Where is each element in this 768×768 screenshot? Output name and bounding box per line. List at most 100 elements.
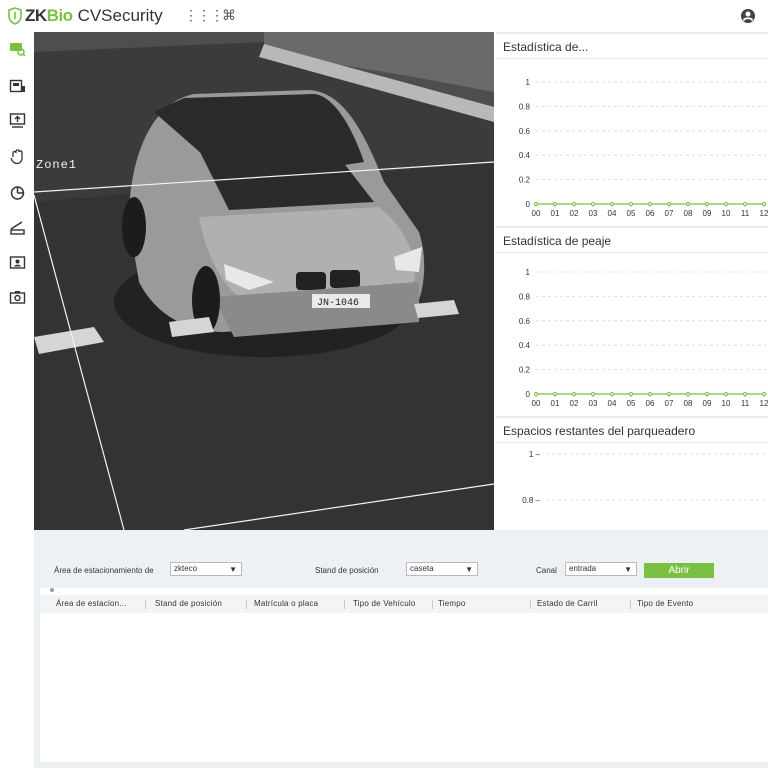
upload-screen-icon[interactable] — [9, 112, 26, 129]
y-tick-label: 0.4 — [519, 341, 531, 350]
license-plate-text: JN-1046 — [317, 298, 359, 309]
stand-select-value: caseta — [410, 564, 434, 573]
x-tick-label: 06 — [646, 399, 655, 408]
data-point — [534, 392, 538, 396]
col-vehicle-type[interactable]: Tipo de Vehículo — [353, 599, 416, 608]
data-point — [705, 202, 709, 206]
x-tick-label: 08 — [684, 209, 693, 218]
camera-icon[interactable] — [9, 289, 26, 306]
y-tick-label: 1 — [526, 268, 531, 277]
id-card-icon[interactable] — [9, 254, 26, 271]
x-tick-label: 05 — [627, 399, 636, 408]
col-time[interactable]: Tiempo — [438, 599, 466, 608]
data-point — [610, 202, 614, 206]
y-tick-label: 0.4 — [519, 151, 531, 160]
x-tick-label: 07 — [665, 209, 674, 218]
x-tick-label: 09 — [703, 209, 712, 218]
monitor-chat-icon[interactable] — [9, 40, 26, 57]
data-point — [591, 392, 595, 396]
x-tick-label: 08 — [684, 399, 693, 408]
data-point — [629, 202, 633, 206]
x-tick-label: 11 — [741, 399, 750, 408]
data-point — [686, 392, 690, 396]
chevron-down-icon: ▼ — [624, 565, 632, 574]
y-tick-label: 1 – — [529, 450, 541, 459]
shield-logo-icon — [8, 7, 22, 25]
chart-1: 1 0.8 0.6 0.4 0.2 000 01 02 03 04 05 06 07 08 09 10 11 12 — [519, 78, 768, 218]
col-separator — [344, 600, 345, 609]
zone-label: Zone1 — [36, 158, 77, 172]
x-tick-label: 12 — [760, 399, 768, 408]
col-separator — [432, 600, 433, 609]
x-tick-label: 10 — [722, 399, 731, 408]
x-tick-label: 12 — [760, 209, 768, 218]
x-tick-label: 05 — [627, 209, 636, 218]
chevron-down-icon: ▼ — [229, 565, 237, 574]
col-separator — [145, 600, 146, 609]
area-label: Área de estacionamiento de — [54, 566, 154, 575]
x-tick-label: 02 — [570, 399, 579, 408]
apps-grid-icon[interactable]: ⋮⋮⋮ — [184, 7, 224, 24]
barrier-gate-icon[interactable] — [9, 219, 26, 236]
data-point — [553, 202, 557, 206]
command-icon[interactable]: ⌘ — [222, 7, 236, 24]
pie-chart-icon[interactable] — [9, 184, 26, 201]
x-tick-label: 06 — [646, 209, 655, 218]
events-table: Área de estacion... Stand de posición Ma… — [40, 588, 768, 762]
col-plate[interactable]: Matrícula o placa — [254, 599, 318, 608]
x-tick-label: 00 — [532, 209, 541, 218]
x-tick-label: 07 — [665, 399, 674, 408]
y-tick-label: 0.8 — [519, 102, 531, 111]
data-point — [572, 202, 576, 206]
canal-select-value: entrada — [569, 564, 597, 573]
col-lane-status[interactable]: Estado de Carril — [537, 599, 598, 608]
parking-events-section: Área de estacionamiento de zkteco ▼ Stan… — [34, 530, 768, 768]
device-icon[interactable] — [9, 78, 26, 95]
data-point — [743, 392, 747, 396]
brand-name: CVSecurity — [77, 6, 163, 25]
camera-frame: JN-1046 Zone1 — [34, 32, 494, 530]
col-area[interactable]: Área de estacion... — [56, 599, 127, 608]
col-separator — [530, 600, 531, 609]
x-tick-label: 00 — [532, 399, 541, 408]
data-point — [762, 202, 766, 206]
camera-video-feed[interactable]: JN-1046 Zone1 — [34, 32, 494, 530]
chart-3: 1 –0.8 –0.6 – — [522, 450, 768, 505]
data-point — [591, 202, 595, 206]
hand-icon[interactable] — [9, 148, 26, 165]
data-point — [724, 392, 728, 396]
x-tick-label: 09 — [703, 399, 712, 408]
y-tick-label: 1 — [526, 78, 531, 87]
stats-panel-3: Espacios restantes del parqueadero 1 –0.… — [496, 418, 768, 530]
stats-panel-1: Estadística de... 1 0.8 0.6 0.4 0.2 0 00 01 02 03… — [496, 34, 768, 226]
data-point — [553, 392, 557, 396]
col-event-type[interactable]: Tipo de Evento — [637, 599, 693, 608]
data-point — [667, 392, 671, 396]
data-point — [572, 392, 576, 396]
app-logo[interactable]: ZK Bio CVSecurity — [8, 5, 163, 27]
x-tick-label: 01 — [551, 209, 560, 218]
user-account-icon[interactable] — [740, 8, 756, 24]
canal-select[interactable]: entrada ▼ — [565, 562, 637, 576]
x-tick-label: 03 — [589, 399, 598, 408]
x-tick-label: 02 — [570, 209, 579, 218]
data-point — [534, 202, 538, 206]
data-point — [648, 202, 652, 206]
data-point — [762, 392, 766, 396]
stats-panel-2: Estadística de peaje 1 0.8 0.6 0.4 0.2 0 00 01 0… — [496, 228, 768, 416]
stand-label: Stand de posición — [315, 566, 379, 575]
sidebar — [0, 32, 34, 768]
y-tick-label: 0.8 – — [522, 496, 540, 505]
data-point — [724, 202, 728, 206]
table-header: Área de estacion... Stand de posición Ma… — [40, 595, 768, 613]
chevron-down-icon: ▼ — [465, 565, 473, 574]
col-stand[interactable]: Stand de posición — [155, 599, 222, 608]
x-tick-label: 04 — [608, 399, 617, 408]
stand-select[interactable]: caseta ▼ — [406, 562, 478, 576]
open-gate-button[interactable]: Abrir — [644, 563, 714, 578]
x-tick-label: 10 — [722, 209, 731, 218]
y-tick-label: 0.2 — [519, 366, 531, 375]
area-select[interactable]: zkteco ▼ — [170, 562, 242, 576]
data-point — [629, 392, 633, 396]
data-point — [705, 392, 709, 396]
